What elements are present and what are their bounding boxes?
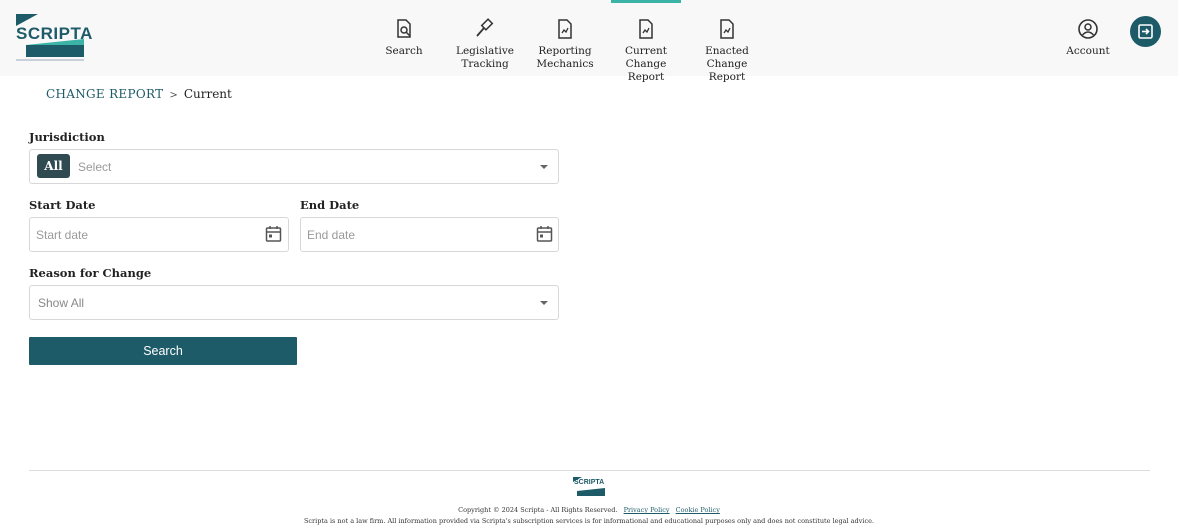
chevron-down-icon[interactable]	[540, 165, 548, 169]
nav-reporting-label-2: Mechanics	[536, 58, 594, 70]
nav-enacted-label-1: Enacted	[705, 45, 749, 57]
logout-button[interactable]	[1130, 16, 1161, 47]
nav-account-label: Account	[1066, 45, 1110, 57]
nav-enacted-change-report[interactable]: Enacted Change Report	[691, 0, 763, 83]
footer-disclaimer: Scripta is not a law firm. All informati…	[303, 517, 875, 525]
account-circle-icon	[1078, 19, 1098, 39]
nav-account[interactable]: Account	[1060, 0, 1116, 76]
end-date-placeholder: End date	[307, 228, 356, 242]
end-date-label: End Date	[300, 198, 360, 212]
jurisdiction-select[interactable]: All Select	[29, 149, 559, 184]
start-date-placeholder: Start date	[36, 228, 89, 242]
nav-legislative-label-1: Legislative	[456, 45, 514, 57]
cookie-policy-link[interactable]: Cookie Policy	[676, 506, 720, 514]
end-date-input[interactable]: End date	[300, 217, 559, 252]
start-date-input[interactable]: Start date	[29, 217, 289, 252]
scripta-logo[interactable]: SCRIPTA	[16, 12, 92, 62]
nav-current-label-2: Change Report	[625, 58, 667, 83]
breadcrumb-change-report[interactable]: CHANGE REPORT	[46, 87, 163, 101]
jurisdiction-label: Jurisdiction	[29, 130, 105, 144]
footer-divider	[29, 470, 1150, 471]
gavel-icon	[476, 18, 494, 37]
footer-copyright: Copyright © 2024 Scripta - All Rights Re…	[0, 506, 1178, 514]
breadcrumb: CHANGE REPORT > Current	[46, 87, 232, 101]
start-date-label: Start Date	[29, 198, 96, 212]
footer-logo-text: SCRIPTA	[574, 479, 605, 486]
footer-logo: SCRIPTA	[573, 477, 606, 499]
reason-select[interactable]: Show All	[29, 285, 559, 320]
nav-legislative-tracking[interactable]: Legislative Tracking	[450, 0, 520, 76]
jurisdiction-chip-all[interactable]: All	[37, 154, 70, 178]
nav-current-change-report[interactable]: Current Change Report	[611, 0, 681, 83]
document-chart-icon	[558, 19, 572, 39]
copyright-text: Copyright © 2024 Scripta - All Rights Re…	[458, 506, 618, 514]
reason-value: Show All	[38, 296, 85, 310]
chevron-down-icon[interactable]	[540, 301, 548, 305]
jurisdiction-placeholder: Select	[78, 160, 112, 174]
nav-search[interactable]: Search	[374, 0, 434, 76]
document-chart-icon	[639, 19, 653, 39]
nav-legislative-label-2: Tracking	[461, 58, 509, 70]
nav-enacted-label-2: Change Report	[706, 58, 748, 83]
nav-reporting-label-1: Reporting	[538, 45, 592, 57]
top-nav-bar: SCRIPTA Search Legislative Tracking Repo…	[0, 0, 1178, 83]
logout-icon	[1138, 24, 1153, 39]
nav-search-label: Search	[385, 45, 423, 57]
nav-reporting-mechanics[interactable]: Reporting Mechanics	[532, 0, 598, 76]
breadcrumb-current: Current	[183, 87, 232, 101]
nav-current-label-1: Current	[624, 45, 668, 57]
search-button[interactable]: Search	[29, 337, 297, 365]
document-chart-icon	[720, 19, 734, 39]
privacy-policy-link[interactable]: Privacy Policy	[624, 506, 670, 514]
reason-label: Reason for Change	[29, 266, 152, 280]
active-tab-indicator	[611, 0, 681, 3]
calendar-icon[interactable]	[265, 225, 282, 243]
calendar-icon[interactable]	[536, 225, 553, 243]
breadcrumb-separator: >	[169, 90, 178, 101]
document-search-icon	[397, 19, 411, 38]
logo-text: SCRIPTA	[16, 24, 93, 43]
